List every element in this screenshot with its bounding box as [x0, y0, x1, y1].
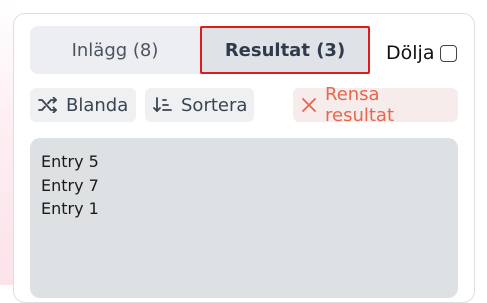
sort-icon [153, 97, 172, 112]
results-list: Entry 5 Entry 7 Entry 1 [30, 138, 458, 298]
close-icon [302, 98, 316, 112]
tab-entries[interactable]: Inlägg (8) [30, 26, 200, 74]
clear-results-button[interactable]: Rensa resultat [293, 84, 458, 126]
hide-toggle[interactable]: Dölja [386, 38, 458, 68]
page-background [0, 0, 14, 285]
tab-results[interactable]: Resultat (3) [200, 26, 370, 74]
hide-toggle-label: Dölja [386, 42, 435, 64]
shuffle-icon [38, 97, 57, 113]
shuffle-button[interactable]: Blanda [30, 88, 136, 122]
list-item: Entry 1 [41, 199, 99, 218]
clear-results-label: Rensa resultat [325, 84, 395, 126]
tab-bar: Inlägg (8) Resultat (3) [30, 26, 370, 74]
sort-button[interactable]: Sortera [145, 88, 254, 122]
sort-label: Sortera [181, 94, 248, 116]
list-item: Entry 7 [41, 175, 99, 195]
hide-checkbox[interactable] [440, 44, 458, 62]
list-item: Entry 5 [41, 152, 99, 171]
shuffle-label: Blanda [66, 94, 129, 116]
